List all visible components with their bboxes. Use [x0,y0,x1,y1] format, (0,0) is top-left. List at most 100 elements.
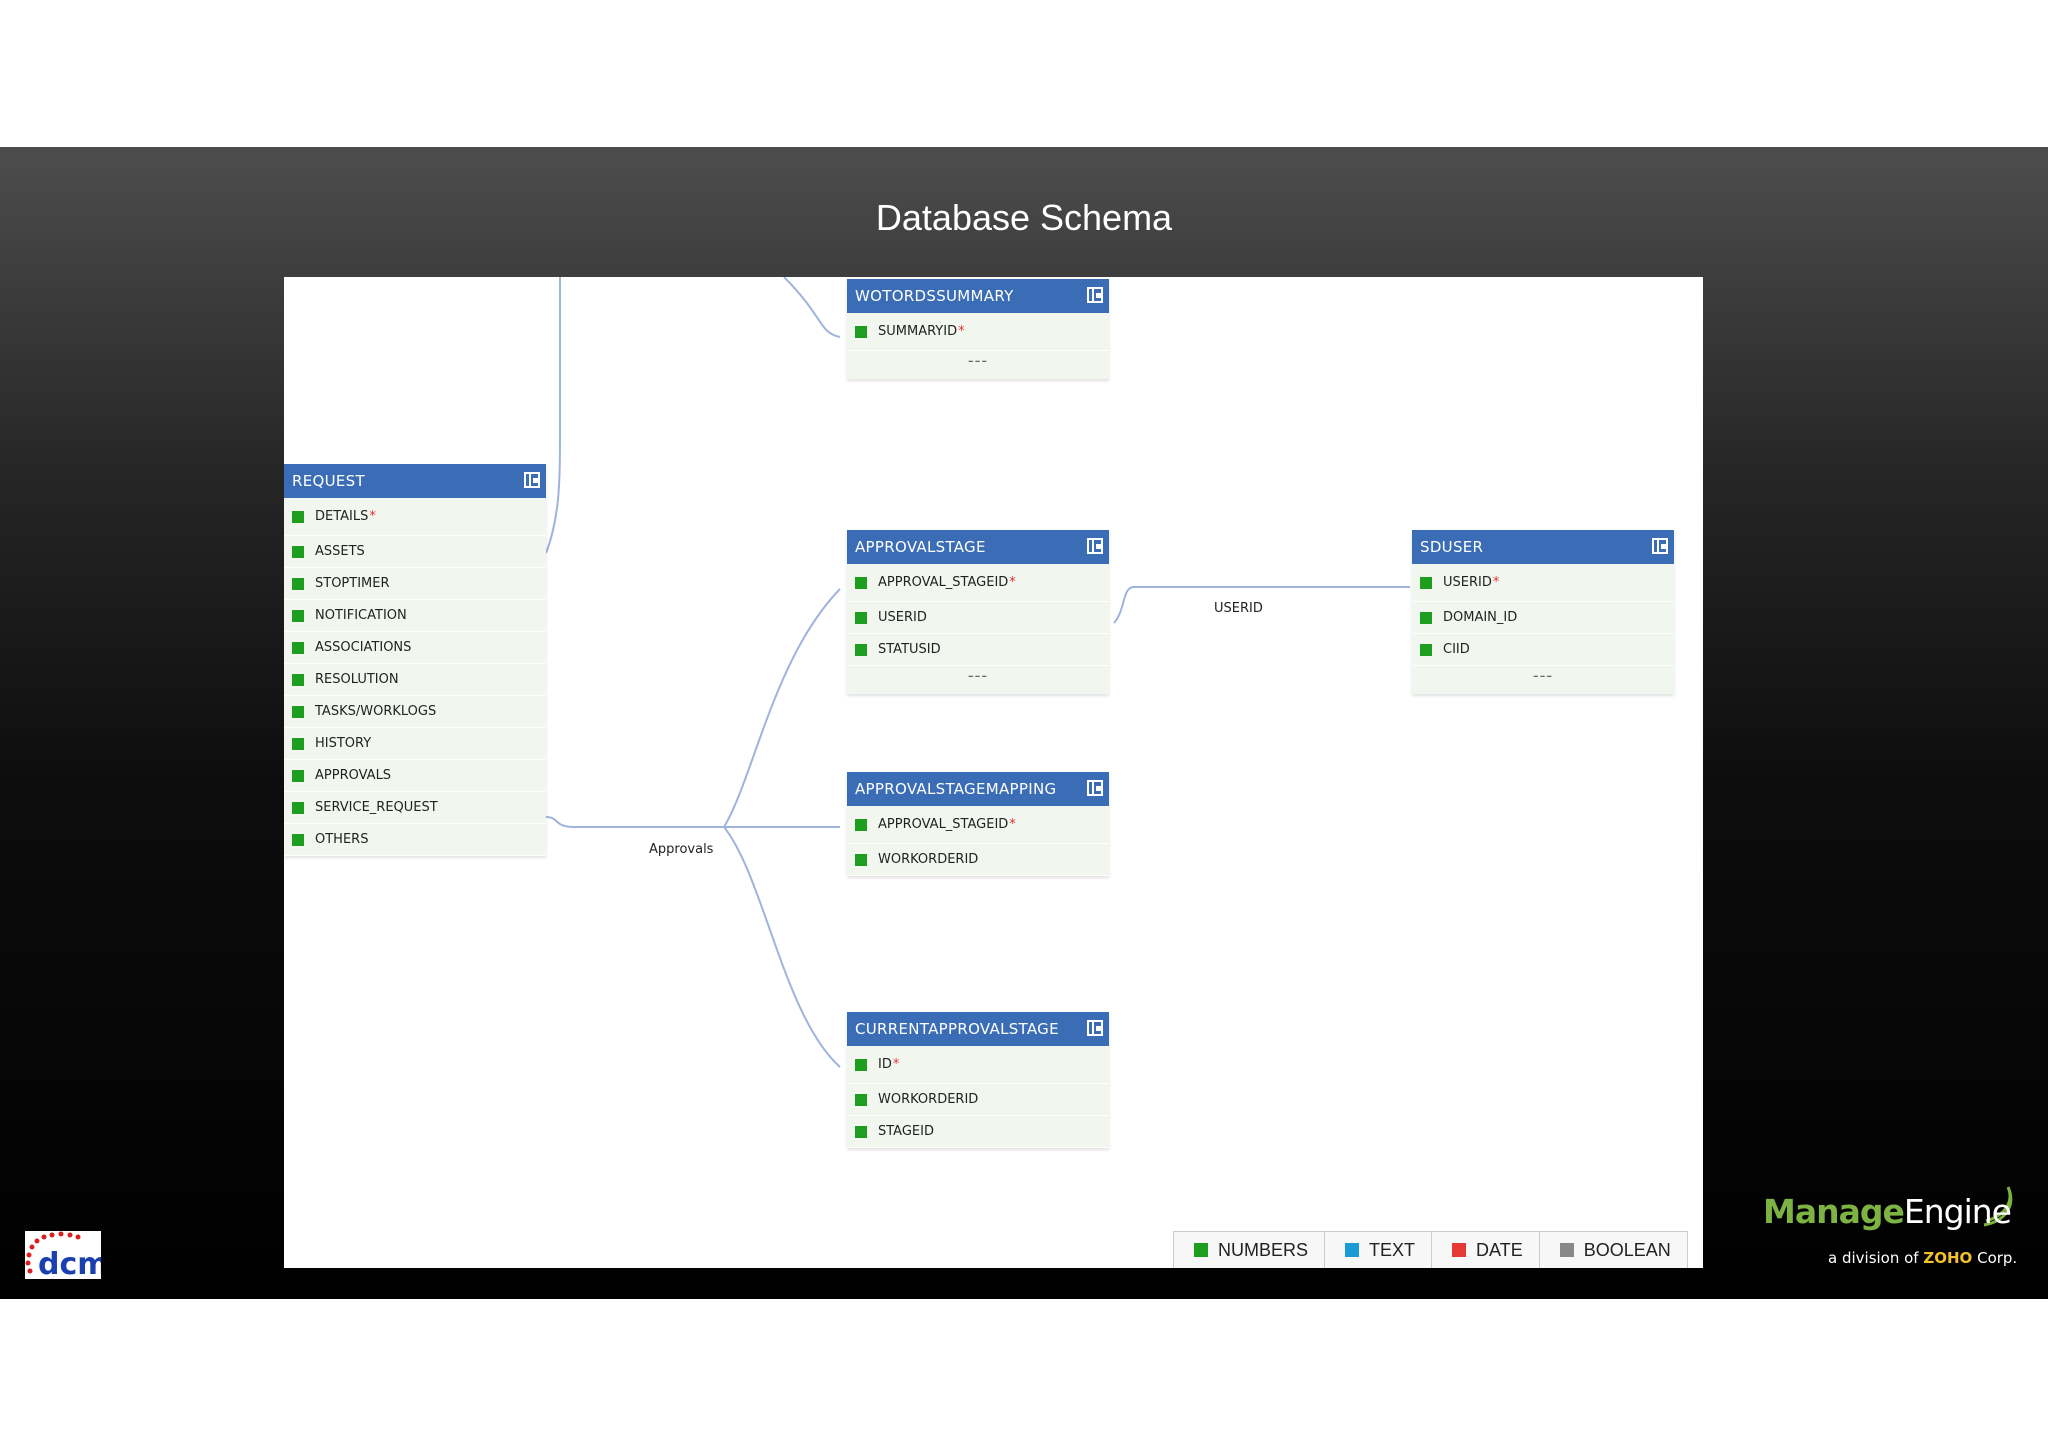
table-header[interactable]: SDUSER [1412,530,1674,564]
numbers-type-icon [292,737,304,750]
relation-label-approvals: Approvals [649,842,714,857]
table-title: APPROVALSTAGE [855,538,986,556]
numbers-type-icon [855,643,867,656]
numbers-type-icon [855,818,867,831]
table-header[interactable]: APPROVALSTAGEMAPPING [847,772,1109,806]
numbers-type-icon [855,1058,867,1071]
field-row[interactable]: SUMMARYID* [847,313,1109,351]
boolean-swatch-icon [1559,1243,1574,1257]
field-row[interactable]: DETAILS* [284,498,546,536]
numbers-type-icon [292,545,304,558]
field-row[interactable]: USERID [847,602,1109,634]
expand-table-icon[interactable] [524,472,540,488]
link-currentapprovalstage [723,826,841,1068]
numbers-type-icon [292,577,304,590]
table-header[interactable]: CURRENTAPPROVALSTAGE [847,1012,1109,1046]
primary-key-marker: * [369,509,376,524]
table-sduser[interactable]: SDUSER USERID* DOMAIN_ID CIID --- [1412,530,1674,694]
numbers-type-icon [292,769,304,782]
field-row[interactable]: STAGEID [847,1116,1109,1148]
field-row[interactable]: DOMAIN_ID [1412,602,1674,634]
primary-key-marker: * [1009,817,1016,832]
primary-key-marker: * [892,1057,900,1072]
field-row[interactable]: ASSOCIATIONS [284,632,546,664]
dcm-logo: dcm [25,1231,109,1282]
type-legend: NUMBERS TEXT DATE BOOLEAN [1173,1231,1688,1268]
field-row[interactable]: RESOLUTION [284,664,546,696]
legend-item-boolean[interactable]: BOOLEAN [1540,1232,1688,1268]
field-row[interactable]: STOPTIMER [284,568,546,600]
legend-item-date[interactable]: DATE [1432,1232,1540,1268]
primary-key-marker: * [958,324,965,339]
more-fields-button[interactable]: --- [1412,666,1674,694]
slide: Database Schema USERID Approvals WOTORDS… [0,147,2048,1299]
field-row[interactable]: STATUSID [847,634,1109,666]
numbers-type-icon [855,325,867,338]
expand-table-icon[interactable] [1087,538,1103,554]
field-row[interactable]: ID* [847,1046,1109,1084]
numbers-type-icon [1420,576,1432,589]
table-title: CURRENTAPPROVALSTAGE [855,1020,1059,1038]
numbers-type-icon [292,673,304,686]
numbers-type-icon [855,1093,867,1106]
legend-item-text[interactable]: TEXT [1325,1232,1433,1268]
numbers-type-icon [292,510,304,523]
table-approvalstage[interactable]: APPROVALSTAGE APPROVAL_STAGEID* USERID S… [847,530,1109,694]
table-title: REQUEST [292,472,365,490]
numbers-type-icon [855,611,867,624]
table-title: WOTORDSSUMMARY [855,287,1014,305]
field-row[interactable]: ASSETS [284,536,546,568]
numbers-type-icon [292,801,304,814]
numbers-type-icon [855,853,867,866]
date-swatch-icon [1452,1243,1467,1257]
dcm-logo-text: dcm [38,1247,101,1279]
numbers-type-icon [292,609,304,622]
table-header[interactable]: REQUEST [284,464,546,498]
relation-label-userid: USERID [1214,601,1263,616]
table-wotordssummary[interactable]: WOTORDSSUMMARY SUMMARYID* --- [847,279,1109,379]
table-currentapprovalstage[interactable]: CURRENTAPPROVALSTAGE ID* WORKORDERID STA… [847,1012,1109,1148]
link-wotordssummary [783,277,841,338]
field-row[interactable]: NOTIFICATION [284,600,546,632]
field-row[interactable]: CIID [1412,634,1674,666]
table-title: APPROVALSTAGEMAPPING [855,780,1057,798]
field-row[interactable]: APPROVAL_STAGEID* [847,806,1109,844]
numbers-type-icon [292,641,304,654]
field-row[interactable]: WORKORDERID [847,844,1109,876]
primary-key-marker: * [1009,575,1016,590]
expand-table-icon[interactable] [1087,780,1103,796]
field-row[interactable]: OTHERS [284,824,546,856]
field-row[interactable]: USERID* [1412,564,1674,602]
manageengine-tagline: a division of ZOHO Corp. [1828,1249,2018,1267]
field-row[interactable]: HISTORY [284,728,546,760]
numbers-type-icon [855,576,867,589]
table-header[interactable]: WOTORDSSUMMARY [847,279,1109,313]
manageengine-logo: ManageEngine a division of ZOHO Corp. [1760,1186,2030,1287]
text-swatch-icon [1345,1243,1360,1257]
link-request-top [545,277,561,554]
numbers-swatch-icon [1194,1243,1208,1257]
field-row[interactable]: APPROVALS [284,760,546,792]
more-fields-button[interactable]: --- [847,351,1109,379]
dcm-logo-mark: dcm [25,1231,109,1282]
table-title: SDUSER [1420,538,1484,556]
numbers-type-icon [855,1125,867,1138]
field-row[interactable]: SERVICE_REQUEST [284,792,546,824]
expand-table-icon[interactable] [1652,538,1668,554]
table-approvalstagemapping[interactable]: APPROVALSTAGEMAPPING APPROVAL_STAGEID* W… [847,772,1109,876]
field-row[interactable]: WORKORDERID [847,1084,1109,1116]
more-fields-button[interactable]: --- [847,666,1109,694]
schema-canvas[interactable]: USERID Approvals WOTORDSSUMMARY SUMMARYI… [284,277,1703,1268]
field-row[interactable]: TASKS/WORKLOGS [284,696,546,728]
numbers-type-icon [1420,611,1432,624]
numbers-type-icon [292,833,304,846]
link-approvalstage [723,588,841,828]
field-row[interactable]: APPROVAL_STAGEID* [847,564,1109,602]
table-request[interactable]: REQUEST DETAILS* ASSETS STOPTIMER NOTIFI… [284,464,546,856]
legend-item-numbers[interactable]: NUMBERS [1174,1232,1326,1268]
numbers-type-icon [292,705,304,718]
table-header[interactable]: APPROVALSTAGE [847,530,1109,564]
primary-key-marker: * [1492,575,1500,590]
expand-table-icon[interactable] [1087,287,1103,303]
expand-table-icon[interactable] [1087,1020,1103,1036]
